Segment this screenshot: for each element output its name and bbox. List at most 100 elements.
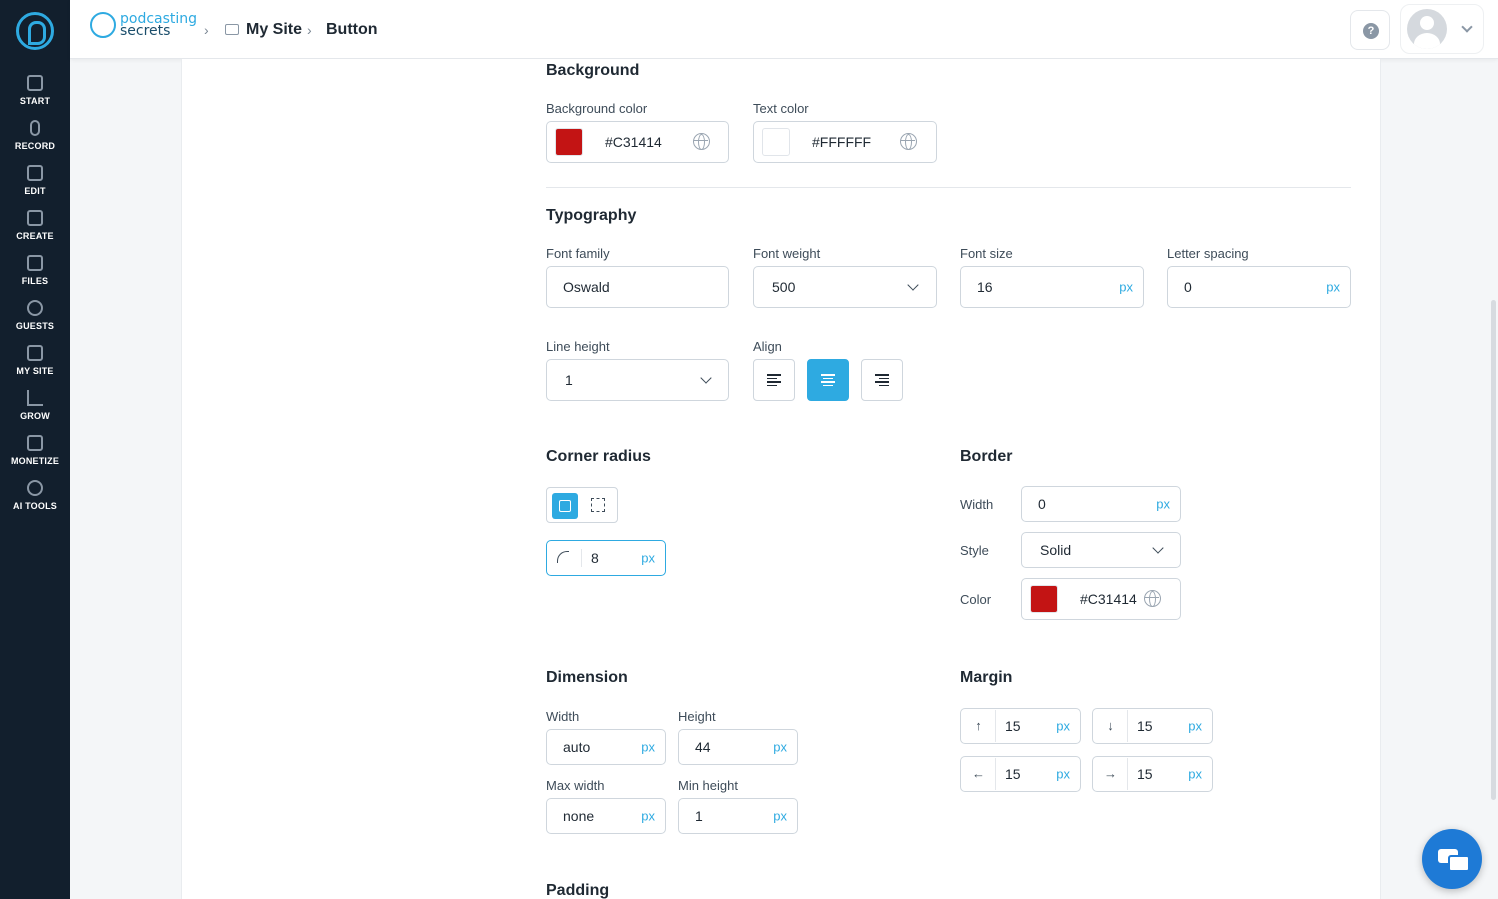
border-style-label: Style [960, 543, 989, 558]
chat-icon[interactable] [1422, 829, 1482, 889]
help-button[interactable]: ? [1350, 10, 1390, 50]
arrow-up-icon: ↑ [962, 710, 996, 742]
line-height-value: 1 [565, 372, 573, 388]
bg-color-swatch[interactable] [555, 128, 583, 156]
ai-icon [27, 480, 43, 496]
section-divider [546, 187, 1351, 188]
chevron-down-icon [907, 279, 919, 291]
height-label: Height [678, 709, 716, 724]
chevron-right-icon: › [307, 22, 312, 38]
section-title-background: Background [546, 62, 640, 79]
globe-icon[interactable] [1144, 590, 1161, 607]
section-title-dimension: Dimension [546, 669, 628, 686]
section-title-corner-radius: Corner radius [546, 448, 651, 465]
folder-icon [225, 24, 239, 35]
width-input[interactable]: auto px [546, 729, 666, 765]
sidebar-item-label: GUESTS [15, 321, 55, 331]
app-logo-icon[interactable] [16, 12, 54, 50]
align-label: Align [753, 339, 782, 354]
font-size-value: 16 [977, 279, 993, 295]
avatar [1407, 9, 1447, 49]
breadcrumb-current: Button [326, 21, 378, 38]
unit-label: px [641, 808, 655, 824]
sidebar-item-grow[interactable]: GROW [0, 390, 70, 430]
section-title-border: Border [960, 448, 1013, 465]
brand-logo[interactable]: podcasting secrets [90, 12, 197, 38]
font-family-input[interactable]: Oswald [546, 266, 729, 308]
sidebar-item-record[interactable]: RECORD [0, 120, 70, 160]
letter-spacing-label: Letter spacing [1167, 246, 1249, 261]
margin-top-input[interactable]: ↑ 15 px [960, 708, 1081, 744]
money-icon [27, 435, 43, 451]
section-title-typography: Typography [546, 207, 637, 224]
sidebar-item-guests[interactable]: GUESTS [0, 300, 70, 340]
text-color-swatch[interactable] [762, 128, 790, 156]
font-weight-select[interactable]: 500 [753, 266, 937, 308]
text-color-label: Text color [753, 101, 809, 116]
sidebar-item-files[interactable]: FILES [0, 255, 70, 295]
sidebar-item-create[interactable]: CREATE [0, 210, 70, 250]
margin-left-input[interactable]: ← 15 px [960, 756, 1081, 792]
arrow-left-icon: ← [962, 758, 996, 790]
align-center-icon [821, 374, 835, 386]
align-center-button[interactable] [807, 359, 849, 401]
guests-icon [27, 300, 43, 316]
breadcrumb-my-site[interactable]: My Site [246, 21, 302, 39]
radius-all-button[interactable] [552, 493, 578, 519]
align-right-button[interactable] [861, 359, 903, 401]
font-family-label: Font family [546, 246, 610, 261]
font-weight-value: 500 [772, 279, 796, 295]
user-menu-button[interactable] [1400, 4, 1484, 54]
question-icon: ? [1363, 23, 1379, 39]
min-height-value: 1 [695, 808, 703, 824]
section-title-padding: Padding [546, 882, 610, 899]
margin-right-input[interactable]: → 15 px [1092, 756, 1213, 792]
globe-icon[interactable] [900, 133, 917, 150]
border-width-input[interactable]: 0 px [1021, 486, 1181, 522]
unit-label: px [1156, 496, 1170, 512]
sidebar-item-edit[interactable]: EDIT [0, 165, 70, 205]
chevron-down-icon [1461, 21, 1473, 33]
border-color-swatch[interactable] [1030, 585, 1058, 613]
margin-bottom-value: 15 [1137, 718, 1153, 734]
align-left-icon [767, 374, 781, 386]
unit-label: px [1119, 279, 1133, 295]
bg-color-field[interactable]: #C31414 [546, 121, 729, 163]
site-icon [27, 345, 43, 361]
scrollbar[interactable] [1491, 300, 1496, 800]
height-input[interactable]: 44 px [678, 729, 798, 765]
radius-individual-button[interactable] [591, 498, 605, 512]
border-color-field[interactable]: #C31414 [1021, 578, 1181, 620]
unit-label: px [1326, 279, 1340, 295]
border-style-select[interactable]: Solid [1021, 532, 1181, 568]
min-height-input[interactable]: 1 px [678, 798, 798, 834]
sidebar-item-label: AI TOOLS [13, 501, 57, 511]
sidebar: START RECORD EDIT CREATE FILES GUESTS MY… [0, 0, 70, 899]
files-icon [27, 255, 43, 271]
sidebar-item-label: RECORD [14, 141, 56, 151]
margin-bottom-input[interactable]: ↓ 15 px [1092, 708, 1213, 744]
align-left-button[interactable] [753, 359, 795, 401]
line-height-select[interactable]: 1 [546, 359, 729, 401]
border-color-value: #C31414 [1080, 591, 1137, 607]
letter-spacing-input[interactable]: 0 px [1167, 266, 1351, 308]
unit-label: px [641, 550, 655, 566]
max-width-label: Max width [546, 778, 605, 793]
sidebar-item-ai-tools[interactable]: AI TOOLS [0, 480, 70, 520]
font-size-input[interactable]: 16 px [960, 266, 1144, 308]
sidebar-item-start[interactable]: START [0, 75, 70, 115]
unit-label: px [1188, 718, 1202, 734]
border-color-label: Color [960, 592, 992, 607]
corner-radius-input[interactable]: 8 px [546, 540, 666, 576]
globe-icon[interactable] [693, 133, 710, 150]
max-width-input[interactable]: none px [546, 798, 666, 834]
bg-color-label: Background color [546, 101, 648, 116]
margin-top-value: 15 [1005, 718, 1021, 734]
sidebar-item-monetize[interactable]: MONETIZE [0, 435, 70, 475]
letter-spacing-value: 0 [1184, 279, 1192, 295]
start-icon [27, 75, 43, 91]
radius-mode-toggle [546, 487, 618, 523]
text-color-field[interactable]: #FFFFFF [753, 121, 937, 163]
sidebar-item-my-site[interactable]: MY SITE [0, 345, 70, 385]
unit-label: px [1056, 718, 1070, 734]
